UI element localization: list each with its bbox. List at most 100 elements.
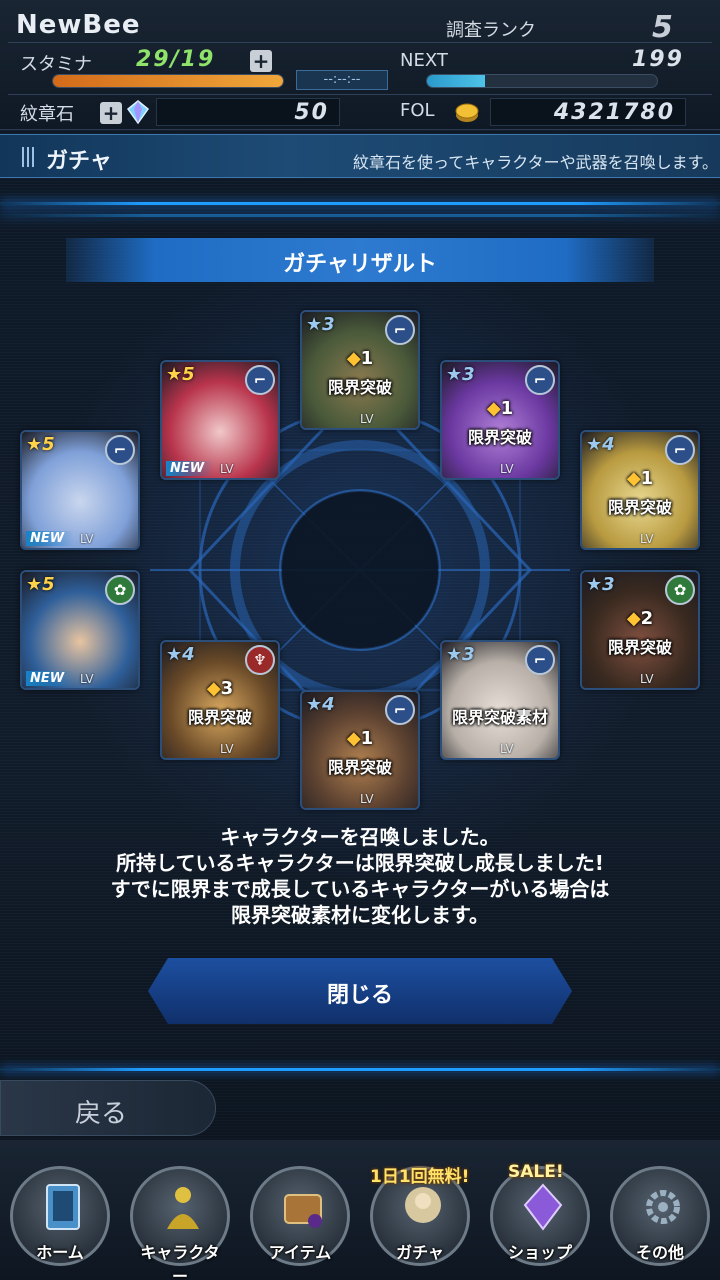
level-label: LV bbox=[500, 462, 514, 476]
rarity-star: ★5 bbox=[166, 364, 195, 385]
level-label: LV bbox=[640, 532, 654, 546]
result-card[interactable]: ★4 ⌐ LV ◆1 限界突破 bbox=[300, 690, 420, 810]
result-card[interactable]: ★5 ⌐ NEW LV bbox=[160, 360, 280, 480]
level-label: LV bbox=[80, 532, 94, 546]
player-name: NewBee bbox=[16, 10, 141, 40]
stamina-bar bbox=[52, 74, 284, 88]
nav-item-item[interactable]: アイテム bbox=[250, 1166, 350, 1266]
rarity-star: ★5 bbox=[26, 434, 55, 455]
close-button-label: 閉じる bbox=[326, 983, 393, 1008]
rarity-star: ★3 bbox=[446, 364, 475, 385]
limit-break-label: 限界突破素材 bbox=[451, 708, 548, 727]
nav-label: ガチャ bbox=[396, 1243, 444, 1262]
limit-break-label: 限界突破 bbox=[607, 498, 672, 517]
limit-break-label: 限界突破 bbox=[187, 708, 252, 727]
limit-break-count: ◆2 bbox=[582, 608, 698, 629]
rarity-star: ★4 bbox=[306, 694, 335, 715]
level-label: LV bbox=[500, 742, 514, 756]
coin-icon bbox=[455, 103, 479, 122]
result-card[interactable]: ★5 ⌐ NEW LV bbox=[20, 430, 140, 550]
message-line: キャラクターを召喚しました。 bbox=[220, 825, 500, 849]
limit-break-count: ◆1 bbox=[302, 348, 418, 369]
gun-attribute-icon: ⌐ bbox=[245, 365, 275, 395]
nav-label: アイテム bbox=[268, 1243, 332, 1262]
nav-item-gear[interactable]: その他 bbox=[610, 1166, 710, 1266]
section-description: 紋章石を使ってキャラクターや武器を召喚します。 bbox=[353, 153, 718, 172]
status-header: NewBee 調査ランク 5 スタミナ 29/19 + --:--:-- NEX… bbox=[0, 0, 720, 130]
stamina-add-button[interactable]: + bbox=[250, 50, 272, 72]
rarity-star: ★3 bbox=[586, 574, 615, 595]
limit-break-label: 限界突破 bbox=[607, 638, 672, 657]
back-button[interactable]: 戻る bbox=[0, 1080, 216, 1136]
gun-attribute-icon: ⌐ bbox=[385, 315, 415, 345]
rank-label: 調査ランク bbox=[446, 20, 536, 41]
frame-bottom-line bbox=[0, 1068, 720, 1071]
rarity-star: ★5 bbox=[26, 574, 55, 595]
new-badge: NEW bbox=[26, 531, 75, 546]
limit-break-count-value: 1 bbox=[640, 468, 654, 489]
crest-label: 紋章石 bbox=[20, 104, 74, 125]
crest-gem-icon bbox=[126, 100, 150, 124]
result-title-bar: ガチャリザルト bbox=[66, 238, 654, 282]
message-line: 限界突破素材に変化します。 bbox=[231, 903, 489, 927]
next-value: 199 bbox=[632, 47, 684, 72]
result-message: キャラクターを召喚しました。 所持しているキャラクターは限界突破し成長しました!… bbox=[40, 824, 680, 928]
result-card[interactable]: ★5 ✿ NEW LV bbox=[20, 570, 140, 690]
attack-attribute-icon: ♆ bbox=[245, 645, 275, 675]
header-divider bbox=[8, 42, 712, 43]
gun-attribute-icon: ⌐ bbox=[105, 435, 135, 465]
limit-break-count-value: 1 bbox=[360, 348, 374, 369]
level-label: LV bbox=[360, 792, 374, 806]
stamina-bar-fill bbox=[53, 75, 283, 87]
gacha-free-badge: 1日1回無料! bbox=[370, 1167, 470, 1187]
header-divider-2 bbox=[8, 94, 712, 95]
next-label: NEXT bbox=[400, 50, 448, 71]
section-bar: ガチャ 紋章石を使ってキャラクターや武器を召喚します。 bbox=[0, 134, 720, 178]
home-icon bbox=[46, 1184, 80, 1230]
limit-break-gem-icon: ◆ bbox=[346, 728, 361, 749]
limit-break-count-value: 2 bbox=[640, 608, 654, 629]
result-card[interactable]: ★3 ✿ LV ◆2 限界突破 bbox=[580, 570, 700, 690]
heal-attribute-icon: ✿ bbox=[665, 575, 695, 605]
result-title: ガチャリザルト bbox=[283, 252, 437, 277]
exp-bar bbox=[426, 74, 658, 88]
gun-attribute-icon: ⌐ bbox=[525, 365, 555, 395]
level-label: LV bbox=[640, 672, 654, 686]
fol-count-box: 4321780 bbox=[490, 98, 686, 126]
result-card[interactable]: ★3 ⌐ LV ◆1 限界突破 bbox=[300, 310, 420, 430]
shop-icon bbox=[523, 1183, 563, 1231]
crest-add-button[interactable]: + bbox=[100, 102, 122, 124]
result-card[interactable]: ★3 ⌐ LV 限界突破素材 bbox=[440, 640, 560, 760]
limit-break-count-value: 1 bbox=[500, 398, 514, 419]
rarity-star: ★3 bbox=[306, 314, 335, 335]
nav-item-character[interactable]: キャラクター bbox=[130, 1166, 230, 1280]
gun-attribute-icon: ⌐ bbox=[525, 645, 555, 675]
message-line: 所持しているキャラクターは限界突破し成長しました! bbox=[116, 851, 604, 875]
section-stripes-icon bbox=[22, 147, 36, 167]
new-badge: NEW bbox=[26, 671, 75, 686]
nav-label: その他 bbox=[635, 1243, 684, 1262]
nav-label: キャラクター bbox=[140, 1243, 220, 1280]
limit-break-count-value: 1 bbox=[360, 728, 374, 749]
result-card[interactable]: ★4 ⌐ LV ◆1 限界突破 bbox=[580, 430, 700, 550]
new-badge: NEW bbox=[166, 461, 215, 476]
nav-item-home[interactable]: ホーム bbox=[10, 1166, 110, 1266]
stamina-timer: --:--:-- bbox=[296, 70, 388, 90]
gun-attribute-icon: ⌐ bbox=[665, 435, 695, 465]
close-button[interactable]: 閉じる bbox=[145, 955, 575, 1027]
limit-break-gem-icon: ◆ bbox=[486, 398, 501, 419]
rarity-star: ★3 bbox=[446, 644, 475, 665]
gacha-icon bbox=[405, 1187, 441, 1223]
gun-attribute-icon: ⌐ bbox=[385, 695, 415, 725]
fol-label: FOL bbox=[400, 100, 435, 121]
limit-break-gem-icon: ◆ bbox=[626, 468, 641, 489]
result-card[interactable]: ★4 ♆ LV ◆3 限界突破 bbox=[160, 640, 280, 760]
limit-break-gem-icon: ◆ bbox=[206, 678, 221, 699]
result-card[interactable]: ★3 ⌐ LV ◆1 限界突破 bbox=[440, 360, 560, 480]
limit-break-label: 限界突破 bbox=[467, 428, 532, 447]
limit-break-count: ◆1 bbox=[442, 398, 558, 419]
stamina-label: スタミナ bbox=[20, 54, 92, 75]
back-label: 戻る bbox=[75, 1099, 128, 1129]
level-label: LV bbox=[220, 462, 234, 476]
heal-attribute-icon: ✿ bbox=[105, 575, 135, 605]
